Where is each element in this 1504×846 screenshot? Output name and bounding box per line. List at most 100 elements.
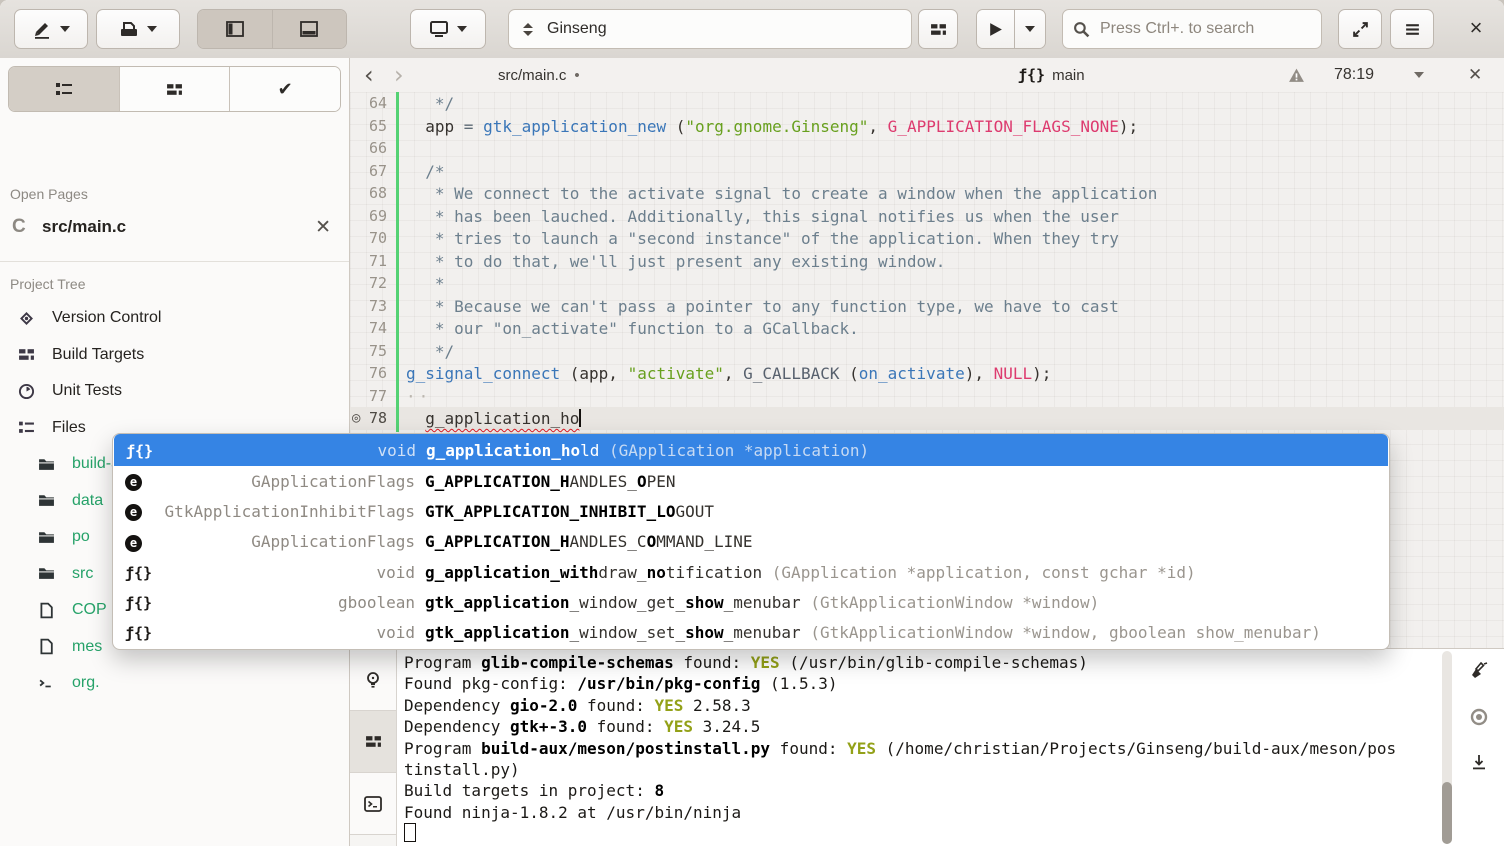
code-line-68: * We connect to the activate signal to c… xyxy=(406,184,1504,207)
line-number[interactable]: 65 xyxy=(350,117,393,140)
file-icon xyxy=(38,602,55,619)
breakpoint-icon[interactable]: ◎ xyxy=(352,410,360,426)
log-line: tinstall.py) xyxy=(404,759,1434,780)
run-button[interactable] xyxy=(977,10,1014,48)
build-button[interactable] xyxy=(918,9,958,49)
clear-log-button[interactable] xyxy=(1469,661,1489,681)
display-icon xyxy=(429,19,449,39)
code-line-64: */ xyxy=(406,94,1504,117)
panel-left-icon xyxy=(225,19,245,39)
completion-row[interactable]: ƒ{}gbooleangtk_application_window_get_sh… xyxy=(113,587,1389,617)
close-page-icon[interactable]: ✕ xyxy=(315,216,331,239)
tree-item-version-control[interactable]: Version Control xyxy=(0,300,349,337)
chevron-down-icon xyxy=(457,26,467,32)
menu-button[interactable] xyxy=(1390,9,1434,49)
symbol-name: main xyxy=(1052,67,1085,84)
completion-row[interactable]: ƒ{}void g_application_hold (GApplication … xyxy=(114,434,1388,466)
tree-item-label: data xyxy=(72,492,103,510)
line-number[interactable]: 72 xyxy=(350,274,393,297)
nav-back-button[interactable]: ‹ xyxy=(364,58,374,92)
function-icon: ƒ{} xyxy=(126,441,152,460)
nav-forward-button[interactable]: › xyxy=(394,58,404,92)
window-close-button[interactable]: × xyxy=(1462,14,1490,42)
open-page-row[interactable]: C src/main.c ✕ xyxy=(0,208,349,246)
scrollbar-thumb[interactable] xyxy=(1442,782,1452,844)
run-options-button[interactable] xyxy=(1014,10,1045,48)
completion-row[interactable]: ƒ{}voidgtk_application_window_set_show_m… xyxy=(113,617,1389,647)
omnibar[interactable]: Ginseng xyxy=(508,9,912,49)
scrollbar[interactable] xyxy=(1442,651,1452,844)
enum-icon: e xyxy=(125,532,151,552)
line-number[interactable]: 66 xyxy=(350,139,393,162)
search-input[interactable] xyxy=(1098,19,1302,39)
edit-mode-button[interactable] xyxy=(14,9,88,49)
save-log-button[interactable] xyxy=(1469,753,1489,773)
terminal-icon xyxy=(38,675,55,692)
symbol-indicator[interactable]: ƒ{} main xyxy=(1018,58,1085,92)
chevron-down-icon xyxy=(147,26,157,32)
warning-icon xyxy=(1288,67,1305,84)
tree-item-label: Files xyxy=(52,419,86,437)
code-line-76: g_signal_connect (app, "activate", G_CAL… xyxy=(406,364,1504,387)
tree-item-org-[interactable]: org. xyxy=(0,665,349,702)
tab-build-output[interactable] xyxy=(350,711,396,773)
line-number[interactable]: 75 xyxy=(350,342,393,365)
tree-item-label: Unit Tests xyxy=(52,382,122,400)
record-log-button[interactable] xyxy=(1469,707,1489,727)
deploy-button[interactable] xyxy=(96,9,180,49)
code-line-66 xyxy=(406,139,1504,162)
completion-row[interactable]: eGApplicationFlagsG_APPLICATION_HANDLES_… xyxy=(113,527,1389,557)
line-number-gutter[interactable]: 6465666768697071727374757677◎78 xyxy=(350,94,393,432)
completion-return-type: void xyxy=(154,441,416,460)
line-number[interactable]: 76 xyxy=(350,364,393,387)
completion-return-type: void xyxy=(153,563,415,582)
build-log[interactable]: Program glib-compile-schemas found: YES … xyxy=(404,652,1434,845)
diagnostics-warning[interactable] xyxy=(1288,58,1305,92)
tree-item-build-targets[interactable]: Build Targets xyxy=(0,337,349,374)
tab-project-tree[interactable] xyxy=(9,67,119,111)
line-number[interactable]: ◎78 xyxy=(350,409,393,432)
tree-item-label: Version Control xyxy=(52,309,161,327)
completion-name: g_application_withdraw_notification (GAp… xyxy=(425,563,1196,582)
editor-options-button[interactable] xyxy=(1414,58,1424,92)
tab-messages[interactable] xyxy=(350,649,396,711)
folder-icon xyxy=(38,529,55,546)
tests-icon xyxy=(18,383,35,400)
log-line: Program build-aux/meson/postinstall.py f… xyxy=(404,738,1434,759)
tab-terminal[interactable] xyxy=(350,773,396,835)
line-number[interactable]: 64 xyxy=(350,94,393,117)
fullscreen-button[interactable] xyxy=(1338,9,1382,49)
bricks-icon xyxy=(18,346,35,363)
toggle-left-panel-button[interactable] xyxy=(198,10,272,48)
tab-build[interactable] xyxy=(119,67,230,111)
log-line: Dependency gio-2.0 found: YES 2.58.3 xyxy=(404,695,1434,716)
line-number[interactable]: 70 xyxy=(350,229,393,252)
tree-item-unit-tests[interactable]: Unit Tests xyxy=(0,373,349,410)
code-line-65: app = gtk_application_new ("org.gnome.Gi… xyxy=(406,117,1504,140)
completion-row[interactable]: eGtkApplicationInhibitFlagsGTK_APPLICATI… xyxy=(113,496,1389,526)
log-line: Build targets in project: 8 xyxy=(404,780,1434,801)
completion-row[interactable]: eGApplicationFlagsG_APPLICATION_HANDLES_… xyxy=(113,466,1389,496)
project-title: Ginseng xyxy=(547,20,607,38)
completion-params: (GtkApplicationWindow *window) xyxy=(801,593,1100,612)
device-button[interactable] xyxy=(410,9,486,49)
completion-name: g_application_hold (GApplication *applic… xyxy=(426,441,869,460)
tab-todo[interactable]: ✔ xyxy=(229,67,340,111)
line-number[interactable]: 68 xyxy=(350,184,393,207)
line-number[interactable]: 74 xyxy=(350,319,393,342)
close-editor-button[interactable]: ✕ xyxy=(1468,58,1482,92)
completion-row[interactable]: ƒ{}voidg_application_withdraw_notificati… xyxy=(113,557,1389,587)
document-title[interactable]: src/main.c • xyxy=(498,58,580,92)
line-number[interactable]: 77 xyxy=(350,387,393,410)
line-number[interactable]: 69 xyxy=(350,207,393,230)
cursor-position: 78:19 xyxy=(1334,58,1374,92)
line-number[interactable]: 67 xyxy=(350,162,393,185)
log-line: Found pkg-config: /usr/bin/pkg-config (1… xyxy=(404,673,1434,694)
checkmark-icon: ✔ xyxy=(278,79,293,100)
hamburger-icon xyxy=(1404,21,1421,38)
toggle-bottom-panel-button[interactable] xyxy=(272,10,347,48)
line-number[interactable]: 73 xyxy=(350,297,393,320)
headerbar: Ginseng × xyxy=(0,0,1504,59)
chevron-left-icon: ‹ xyxy=(364,60,374,90)
line-number[interactable]: 71 xyxy=(350,252,393,275)
